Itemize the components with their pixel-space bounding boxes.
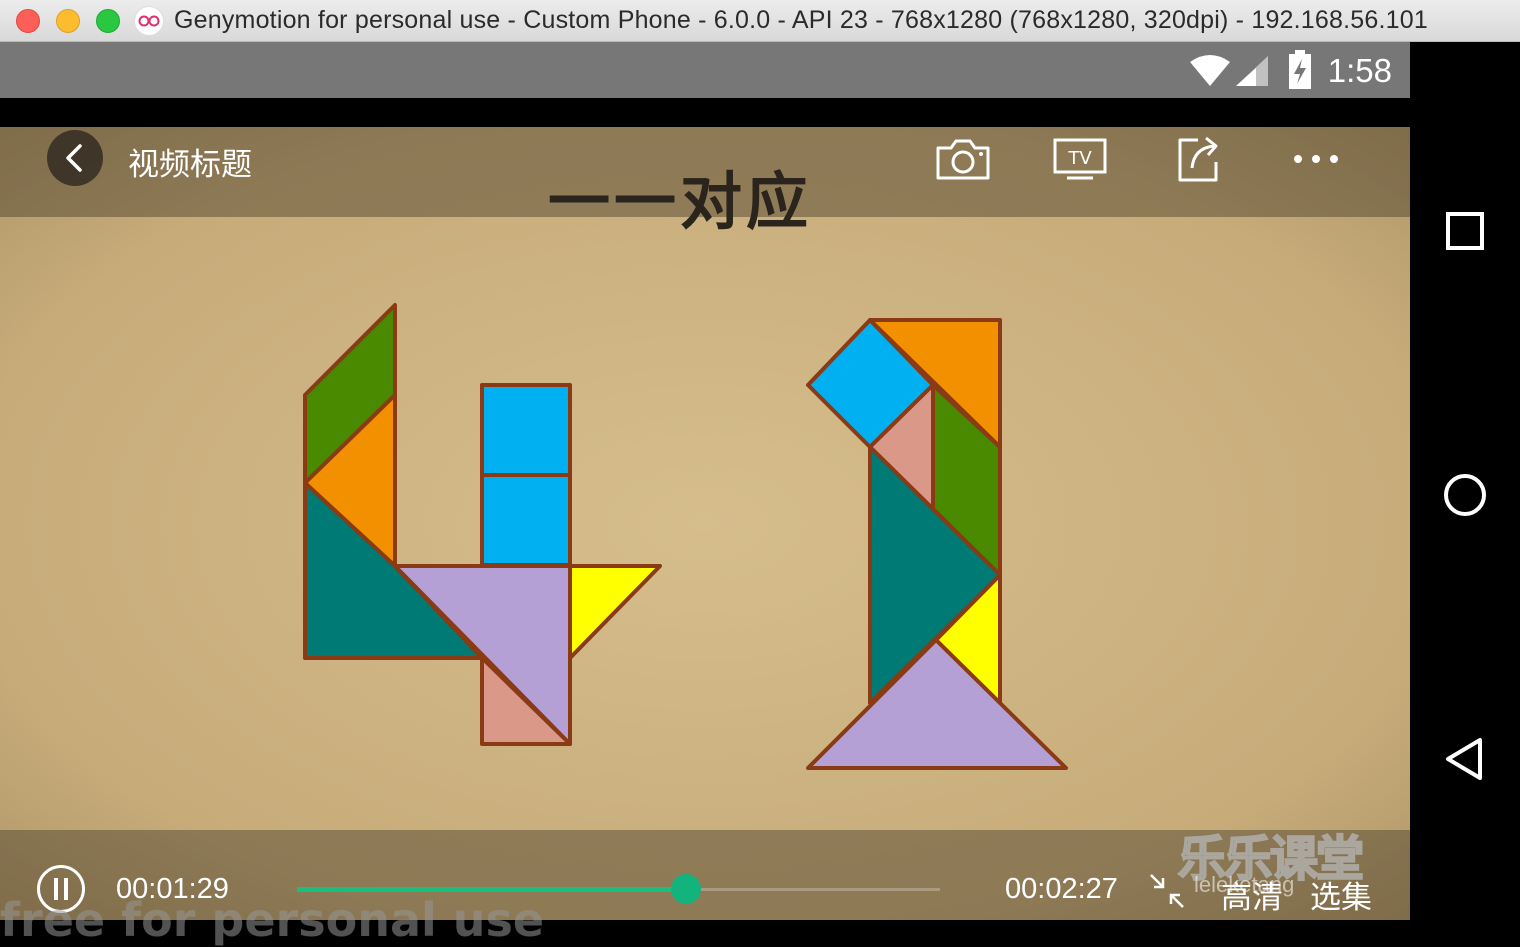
cell-signal-icon — [1236, 56, 1268, 86]
svg-text:TV: TV — [1067, 148, 1092, 169]
home-button[interactable] — [1440, 470, 1490, 520]
window-close-button[interactable] — [16, 9, 40, 33]
home-icon — [1444, 474, 1486, 516]
quality-button[interactable]: 高清 — [1221, 872, 1283, 917]
back-nav-button[interactable] — [1440, 734, 1490, 784]
window-minimize-button[interactable] — [56, 9, 80, 33]
video-frame — [0, 127, 1410, 920]
screenshot-button[interactable] — [933, 133, 993, 185]
share-button[interactable] — [1168, 133, 1228, 185]
exit-fullscreen-icon[interactable] — [1148, 872, 1186, 910]
back-triangle-icon — [1446, 738, 1482, 780]
window-title: Genymotion for personal use - Custom Pho… — [174, 6, 1428, 34]
more-button[interactable] — [1286, 133, 1346, 185]
camera-icon — [936, 139, 990, 180]
video-title: 视频标题 — [128, 147, 252, 182]
wifi-icon — [1190, 55, 1230, 86]
battery-charging-icon — [1289, 50, 1311, 89]
window-zoom-button[interactable] — [96, 9, 120, 33]
tv-cast-button[interactable]: TV — [1050, 133, 1110, 185]
window-title-bar: Genymotion for personal use - Custom Pho… — [0, 0, 1520, 42]
recents-button[interactable] — [1440, 206, 1490, 256]
chevron-left-icon — [66, 144, 82, 172]
share-icon — [1178, 136, 1218, 182]
more-icon — [1294, 155, 1338, 163]
player-back-button[interactable] — [47, 130, 103, 186]
android-status-bar: 1:58 — [0, 42, 1410, 98]
status-clock: 1:58 — [1327, 52, 1392, 89]
watermark: free for personal use — [0, 893, 545, 947]
total-time: 00:02:27 — [1005, 873, 1118, 905]
video-player[interactable]: 视频标题 一一对应 TV 乐乐课堂 00:01:29 00:02:27 lele… — [0, 127, 1410, 920]
status-gap — [0, 98, 1410, 127]
progress-track[interactable] — [297, 874, 940, 904]
progress-thumb[interactable] — [671, 874, 702, 904]
progress-fill — [297, 887, 687, 892]
genymotion-logo-icon — [134, 6, 164, 36]
tv-cast-icon: TV — [1053, 138, 1107, 180]
recents-icon — [1446, 212, 1484, 250]
episodes-button[interactable]: 选集 — [1310, 872, 1372, 917]
android-nav-bar — [1410, 42, 1520, 946]
lesson-heading: 一一对应 — [548, 165, 813, 238]
